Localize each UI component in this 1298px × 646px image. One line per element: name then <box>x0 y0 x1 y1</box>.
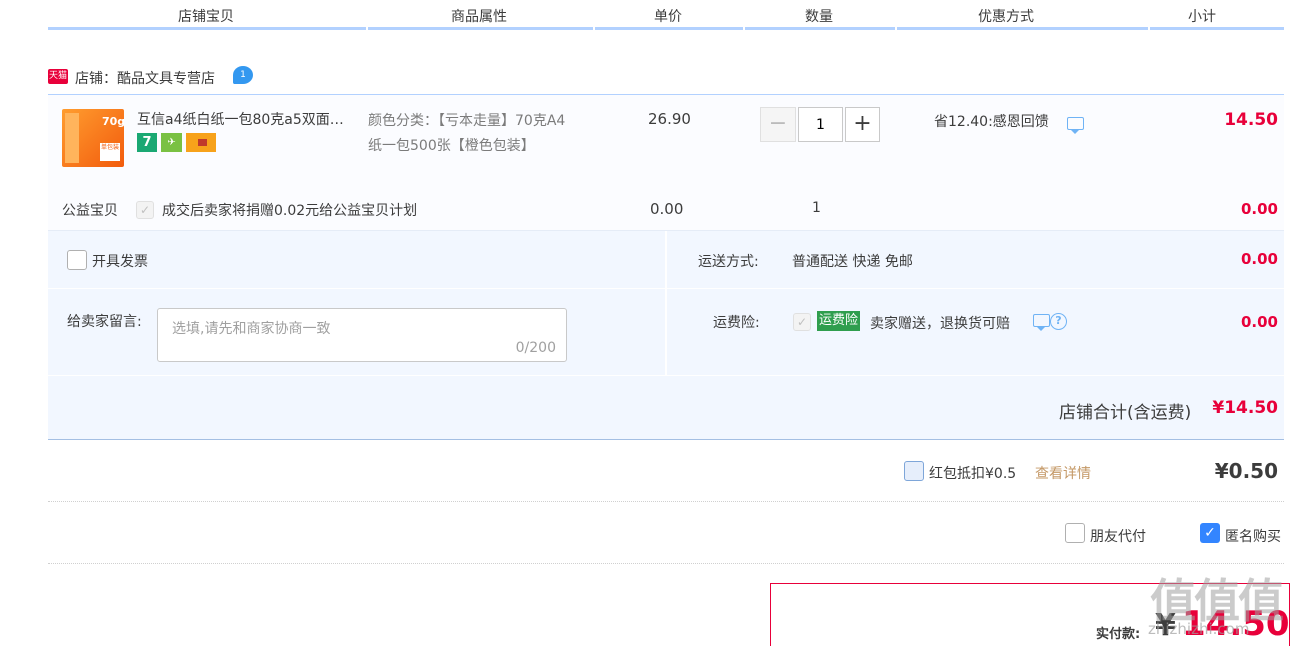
order-table-header: 店铺宝贝 商品属性 单价 数量 优惠方式 小计 <box>48 0 1284 30</box>
shop-total-amount: ¥14.50 <box>1212 398 1278 418</box>
seller-memo-textarea[interactable]: 选填,请先和商家协商一致 0/200 <box>157 308 567 362</box>
charity-description: 成交后卖家将捐赠0.02元给公益宝贝计划 <box>162 203 418 219</box>
red-packet-checkbox[interactable] <box>904 461 924 481</box>
shipping-insurance-fee: 0.00 <box>1240 313 1278 331</box>
item-subtotal: 14.50 <box>1224 110 1278 130</box>
product-title[interactable]: 互信a4纸白纸一包80克a5双面… <box>137 109 361 129</box>
quantity-increase-button[interactable]: + <box>845 107 880 142</box>
seller-memo-label: 给卖家留言: <box>67 314 142 330</box>
quantity-decrease-button[interactable]: − <box>760 107 796 142</box>
product-attributes: 颜色分类：【亏本走量】70克A4 纸一包500张【橙色包装】 <box>368 109 608 159</box>
thumbnail-sub-label: 单包装 <box>100 143 120 161</box>
header-col-subtotal: 小计 <box>1188 9 1216 25</box>
attr-line: 纸一包500张【橙色包装】 <box>368 138 535 154</box>
service-guarantee-icon[interactable]: ✈ <box>161 133 182 152</box>
promotion-text: 省12.40:感恩回馈 <box>934 114 1049 130</box>
dotted-divider <box>48 563 1284 564</box>
payment-label: 实付款: <box>1096 627 1141 642</box>
header-col-item: 店铺宝贝 <box>178 9 234 25</box>
shop-total-label: 店铺合计(含运费) <box>1059 403 1192 423</box>
shop-name[interactable]: 店铺：酷品文具专营店 <box>75 68 215 88</box>
shipping-method-label: 运送方式: <box>698 254 759 270</box>
attr-line: 颜色分类：【亏本走量】70克A4 <box>368 113 566 129</box>
invoice-checkbox[interactable] <box>67 250 87 270</box>
help-question-icon[interactable]: ? <box>1050 313 1067 330</box>
red-packet-label[interactable]: 红包抵扣¥0.5 <box>929 463 1016 483</box>
watermark: 值值值 <box>1150 574 1284 628</box>
memo-placeholder: 选填,请先和商家协商一致 <box>172 321 331 337</box>
options-row-divider <box>48 375 1284 376</box>
friend-pay-checkbox[interactable] <box>1065 523 1085 543</box>
anonymous-purchase-label[interactable]: 匿名购买 <box>1225 526 1281 546</box>
header-divider <box>743 26 745 30</box>
tmall-badge-icon: 天猫 <box>48 69 68 84</box>
dotted-divider <box>48 501 1284 502</box>
header-col-price: 单价 <box>654 9 682 25</box>
red-packet-details-link[interactable]: 查看详情 <box>1035 463 1091 483</box>
product-thumbnail[interactable]: 70g 单包装 <box>62 109 124 167</box>
invoice-label[interactable]: 开具发票 <box>92 251 148 271</box>
watermark-url: zhizhizhi.com <box>1148 620 1250 638</box>
header-divider <box>895 26 897 30</box>
header-col-promo: 优惠方式 <box>978 9 1034 25</box>
shipping-insurance-badge: 运费险 <box>817 311 861 331</box>
thumbnail-label: 70g <box>102 115 124 128</box>
charity-subtotal: 0.00 <box>1240 200 1278 218</box>
options-divider <box>665 231 667 376</box>
header-divider <box>366 26 368 30</box>
credit-card-icon[interactable] <box>186 133 216 152</box>
shipping-insurance-label: 运费险: <box>713 315 760 331</box>
shipping-fee: 0.00 <box>1240 250 1278 268</box>
insurance-chat-icon[interactable] <box>1033 314 1050 331</box>
shipping-method-value: 普通配送 快递 免邮 <box>792 254 913 270</box>
seven-day-return-icon[interactable]: 7 <box>137 133 157 152</box>
header-col-attr: 商品属性 <box>451 9 507 25</box>
charity-price: 0.00 <box>650 200 684 218</box>
shipping-insurance-text: 卖家赠送，退换货可赔 <box>870 316 1010 332</box>
shipping-insurance-checkbox: ✓ <box>793 313 811 331</box>
charity-checkbox: ✓ <box>136 201 154 219</box>
unit-price: 26.90 <box>648 110 691 128</box>
header-col-qty: 数量 <box>805 9 833 25</box>
charity-quantity: 1 <box>812 200 821 216</box>
wangwang-chat-icon[interactable]: 1 <box>233 66 253 84</box>
header-divider <box>593 26 595 30</box>
options-row-divider <box>48 288 1284 289</box>
charity-label: 公益宝贝 <box>62 203 118 219</box>
red-packet-amount: ¥0.50 <box>1214 459 1278 483</box>
promo-info-icon[interactable] <box>1067 117 1084 134</box>
friend-pay-label[interactable]: 朋友代付 <box>1090 526 1146 546</box>
quantity-input[interactable] <box>798 107 843 142</box>
header-divider <box>1148 26 1150 30</box>
memo-char-counter: 0/200 <box>515 340 556 356</box>
anonymous-purchase-checkbox[interactable]: ✓ <box>1200 523 1220 543</box>
